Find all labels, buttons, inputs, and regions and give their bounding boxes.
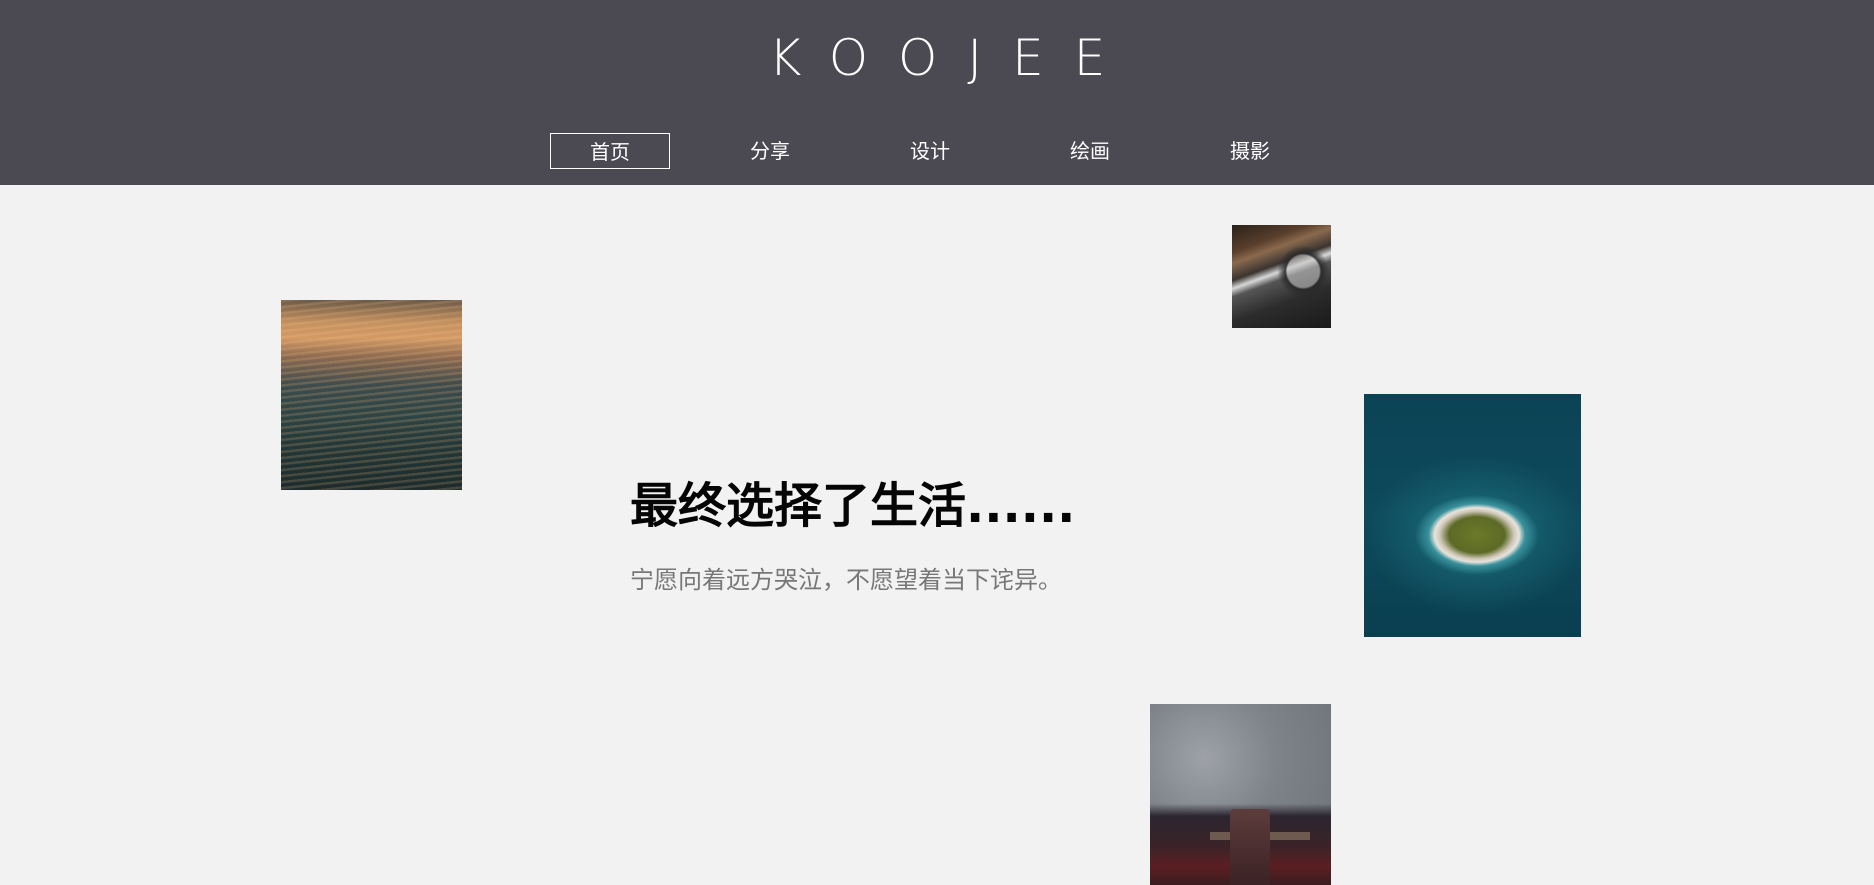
cafe-chair-photo <box>1150 704 1331 885</box>
nav-item-painting[interactable]: 绘画 <box>1030 133 1150 169</box>
nav-item-share[interactable]: 分享 <box>710 133 830 169</box>
site-logo[interactable]: KOOJEE <box>0 28 1874 88</box>
hero-section: 最终选择了生活...... 宁愿向着远方哭泣，不愿望着当下诧异。 <box>630 470 1230 596</box>
nav-item-home[interactable]: 首页 <box>550 133 670 169</box>
hero-title: 最终选择了生活...... <box>630 478 1076 534</box>
island-aerial-photo <box>1364 394 1581 637</box>
waves-photo <box>281 300 462 490</box>
nav-item-design[interactable]: 设计 <box>870 133 990 169</box>
nav-item-photography[interactable]: 摄影 <box>1190 133 1310 169</box>
hero-subtitle: 宁愿向着远方哭泣，不愿望着当下诧异。 <box>630 566 1062 594</box>
car-interior-photo <box>1232 225 1331 328</box>
site-header: KOOJEE 首页 分享 设计 绘画 摄影 <box>0 0 1874 185</box>
chair-shape <box>1230 809 1270 885</box>
